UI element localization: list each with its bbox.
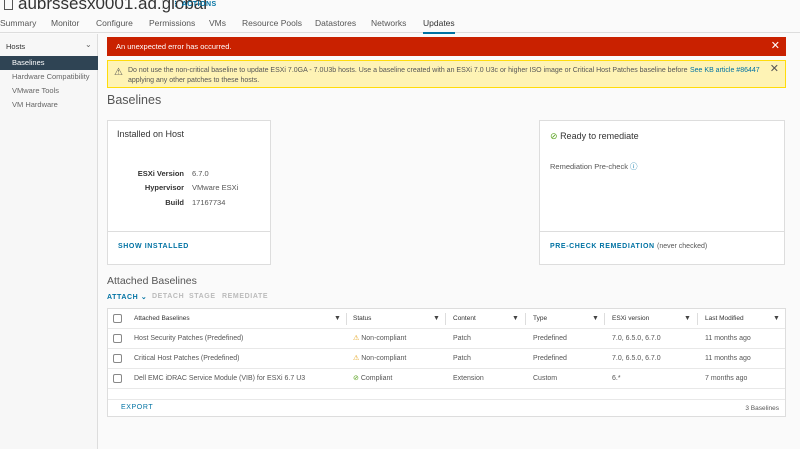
close-icon[interactable]: ✕ xyxy=(771,37,780,56)
detach-button[interactable]: DETACH xyxy=(152,293,184,300)
filter-icon[interactable]: ▼ xyxy=(592,309,599,329)
page-title: Baselines xyxy=(107,93,162,107)
row-checkbox[interactable] xyxy=(113,354,122,363)
show-installed-link[interactable]: SHOW INSTALLED xyxy=(118,243,189,250)
kb-article-link[interactable]: See KB article #86447 xyxy=(690,66,760,76)
divider xyxy=(162,0,163,9)
actions-button[interactable]: ⋮ ACTIONS xyxy=(172,0,217,8)
pre-check-remediation-link[interactable]: PRE-CHECK REMEDIATION xyxy=(550,243,655,250)
warning-icon: ⚠ xyxy=(353,355,360,362)
export-button[interactable]: EXPORT xyxy=(121,404,153,411)
tab-configure[interactable]: Configure xyxy=(96,18,133,28)
table-row[interactable]: Host Security Patches (Predefined) ⚠ Non… xyxy=(108,329,785,349)
row-checkbox[interactable] xyxy=(113,374,122,383)
baselines-table: Attached Baselines ▼ Status ▼ Content ▼ Typ… xyxy=(107,308,786,417)
row-checkbox[interactable] xyxy=(113,334,122,343)
esxi-version-value: 6.7.0 xyxy=(192,169,209,178)
info-icon[interactable]: ⓘ xyxy=(630,162,638,171)
warning-alert: ⚠ Do not use the non-critical baseline t… xyxy=(107,60,786,88)
table-row[interactable]: Dell EMC iDRAC Service Module (VIB) for … xyxy=(108,369,785,389)
tab-bar: Summary Monitor Configure Permissions VM… xyxy=(0,14,800,34)
error-alert: An unexpected error has occurred. ✕ xyxy=(107,37,786,56)
tab-resource-pools[interactable]: Resource Pools xyxy=(242,18,302,28)
sidebar-item-baselines[interactable]: Baselines xyxy=(0,56,98,70)
filter-icon[interactable]: ▼ xyxy=(334,309,341,329)
filter-icon[interactable]: ▼ xyxy=(433,309,440,329)
hypervisor-value: VMware ESXi xyxy=(192,183,239,192)
tab-updates[interactable]: Updates xyxy=(423,18,455,34)
tab-vms[interactable]: VMs xyxy=(209,18,226,28)
remediate-button[interactable]: REMEDIATE xyxy=(222,293,268,300)
filter-icon[interactable]: ▼ xyxy=(512,309,519,329)
attached-baselines-title: Attached Baselines xyxy=(107,275,197,287)
card-title: Installed on Host xyxy=(117,129,185,139)
attach-button[interactable]: ATTACH ⌄ xyxy=(107,293,147,301)
remediate-card: ⊘ Ready to remediate Remediation Pre-che… xyxy=(539,120,785,265)
tab-networks[interactable]: Networks xyxy=(371,18,406,28)
sidebar-item-vmware-tools[interactable]: VMware Tools xyxy=(0,84,98,98)
sidebar-group-hosts[interactable]: Hosts xyxy=(6,42,25,51)
filter-icon[interactable]: ▼ xyxy=(684,309,691,329)
warning-icon: ⚠ xyxy=(353,335,360,342)
build-value: 17167734 xyxy=(192,198,226,207)
baseline-count: 3 Baselines xyxy=(745,405,779,412)
tab-monitor[interactable]: Monitor xyxy=(51,18,79,28)
tab-summary[interactable]: Summary xyxy=(0,18,36,28)
chevron-down-icon[interactable]: ⌄ xyxy=(85,40,92,49)
sidebar-item-vm-hardware[interactable]: VM Hardware xyxy=(0,98,98,112)
tab-permissions[interactable]: Permissions xyxy=(149,18,195,28)
table-row[interactable]: Critical Host Patches (Predefined) ⚠ Non… xyxy=(108,349,785,369)
close-icon[interactable]: ✕ xyxy=(770,64,779,75)
tab-datastores[interactable]: Datastores xyxy=(315,18,356,28)
installed-card: Installed on Host ESXi Version 6.7.0 Hype… xyxy=(107,120,271,265)
stage-button[interactable]: STAGE xyxy=(189,293,216,300)
filter-icon[interactable]: ▼ xyxy=(773,309,780,329)
host-icon xyxy=(4,0,13,10)
sidebar-item-hardware-compatibility[interactable]: Hardware Compatibility xyxy=(0,70,98,84)
sidebar: Hosts ⌄ Baselines Hardware Compatibility… xyxy=(0,34,98,449)
warning-icon: ⚠ xyxy=(114,67,123,78)
select-all-checkbox[interactable] xyxy=(113,314,122,323)
check-circle-icon: ⊘ xyxy=(353,375,359,382)
check-circle-icon: ⊘ xyxy=(550,131,558,141)
table-header: Attached Baselines ▼ Status ▼ Content ▼ Typ… xyxy=(108,309,785,329)
